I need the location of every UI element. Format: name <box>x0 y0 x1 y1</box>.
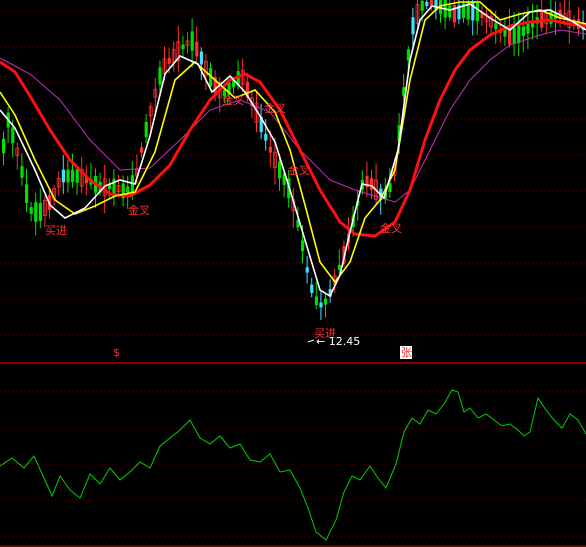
candle-body-24 <box>112 178 116 194</box>
candle-body-27 <box>126 186 130 193</box>
signal-label-0: 买进 <box>45 224 67 237</box>
candle-body-0 <box>2 138 6 154</box>
candle-body-5 <box>25 184 29 204</box>
indicator-marker-1: 张 <box>401 346 412 359</box>
candle-body-60 <box>278 161 282 179</box>
candle-body-39 <box>181 44 185 50</box>
candle-body-70 <box>324 298 328 305</box>
candle-body-14 <box>66 169 70 183</box>
candle-body-111 <box>512 27 516 44</box>
signal-label-3: 金叉 <box>264 101 286 115</box>
candle-body-30 <box>140 147 144 153</box>
candle-body-57 <box>264 134 268 141</box>
candle-body-80 <box>370 178 374 190</box>
candle-body-8 <box>38 203 42 221</box>
candle-body-7 <box>34 202 38 222</box>
candle-body-103 <box>475 2 479 22</box>
candle-body-97 <box>448 5 452 18</box>
candle-body-114 <box>526 22 530 34</box>
signal-label-1: 金叉 <box>128 203 150 217</box>
candle-body-15 <box>71 170 75 182</box>
candle-body-36 <box>167 57 171 64</box>
candle-body-16 <box>75 169 79 183</box>
candle-body-4 <box>20 166 24 178</box>
signal-label-2: 金叉 <box>222 93 244 107</box>
candle-body-13 <box>61 169 65 183</box>
low-price-label: ← 12.45 <box>316 335 360 348</box>
candle-body-91 <box>420 0 424 11</box>
candle-body-109 <box>503 29 507 37</box>
candle-body-107 <box>494 23 498 30</box>
candle-body-73 <box>337 265 341 270</box>
candle-body-112 <box>517 23 521 44</box>
chart-background <box>0 0 586 547</box>
candle-body-41 <box>190 31 194 51</box>
candle-body-89 <box>411 17 415 35</box>
candle-body-42 <box>195 41 199 57</box>
candle-body-6 <box>29 207 33 214</box>
stock-chart: 买进金叉金叉金叉买进金叉金叉← 12.45 $ 张 <box>0 0 586 547</box>
candle-body-43 <box>199 51 203 65</box>
candle-body-31 <box>144 121 148 138</box>
candle-body-68 <box>314 296 318 305</box>
candle-body-65 <box>301 240 305 252</box>
candle-body-69 <box>319 302 323 308</box>
signal-label-5: 金叉 <box>380 221 402 235</box>
candle-body-2 <box>11 127 15 144</box>
candle-body-84 <box>388 183 392 192</box>
candle-body-66 <box>305 267 309 273</box>
candle-body-58 <box>268 146 272 153</box>
candle-body-113 <box>521 26 525 36</box>
candle-body-92 <box>425 1 429 6</box>
candle-body-67 <box>310 284 314 294</box>
candle-body-34 <box>158 67 162 85</box>
indicator-marker-0: $ <box>113 346 120 359</box>
signal-label-6: 金叉 <box>288 163 310 177</box>
